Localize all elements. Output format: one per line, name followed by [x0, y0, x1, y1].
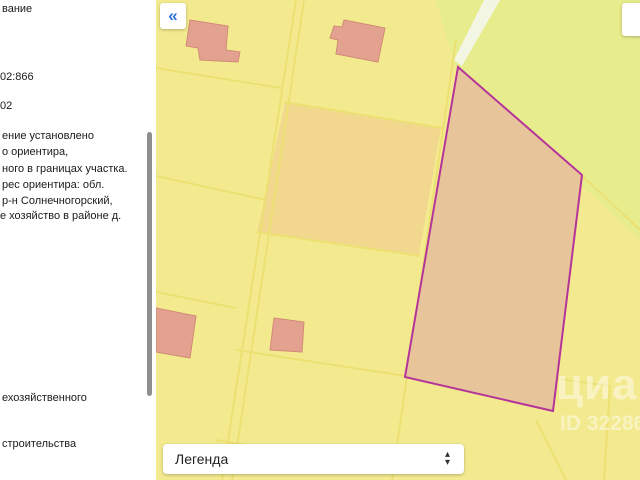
land-parcel[interactable]	[254, 100, 444, 258]
chevron-up-down-icon: ▴ ▾	[444, 449, 450, 468]
info-line: 02:866	[0, 71, 34, 83]
legend-select[interactable]: Легенда ▴ ▾	[163, 444, 464, 474]
building	[185, 19, 241, 63]
building	[329, 19, 386, 63]
double-chevron-left-icon: «	[168, 6, 178, 25]
info-line: о ориентира,	[2, 146, 69, 158]
info-line: ного в границах участка.	[2, 163, 128, 175]
info-line: рес ориентира: обл.	[2, 179, 105, 191]
cadastral-map[interactable]: циан ID 322860057	[156, 0, 640, 480]
info-line: е хозяйство в районе д.	[0, 210, 122, 222]
info-line: ехозяйственного	[2, 392, 87, 404]
info-line: вание	[2, 3, 33, 15]
info-line: строительства	[2, 438, 77, 450]
info-line: 02	[0, 100, 13, 112]
panel-scrollbar-thumb[interactable]	[147, 132, 152, 396]
collapse-panel-button[interactable]: «	[160, 3, 186, 29]
building	[156, 307, 197, 359]
legend-label: Легенда	[175, 451, 229, 467]
info-line: ение установлено	[2, 130, 94, 142]
info-line: р-н Солнечногорский,	[2, 195, 113, 207]
map-control-button[interactable]	[622, 3, 640, 36]
parcel-info-panel: вание 02:866 02 ение установлено о ориен…	[0, 0, 156, 480]
building	[269, 317, 305, 353]
panel-scrollbar[interactable]	[146, 0, 154, 480]
map-canvas[interactable]	[156, 0, 640, 480]
